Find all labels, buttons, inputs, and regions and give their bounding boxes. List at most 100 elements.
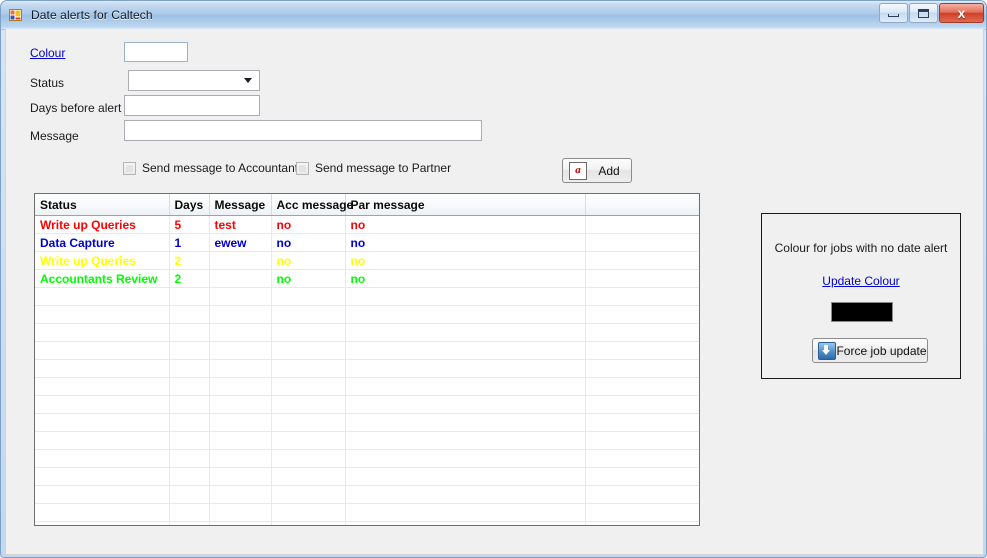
cell-empty[interactable]	[271, 485, 346, 504]
table-row-empty[interactable]	[35, 485, 699, 504]
cell-empty[interactable]	[35, 305, 170, 324]
table-row-empty[interactable]	[35, 395, 699, 414]
cell-empty[interactable]	[169, 323, 210, 342]
column-header-par-message[interactable]: Par message	[345, 194, 586, 216]
cell-extra[interactable]	[585, 215, 699, 234]
cell-acc-message[interactable]: no	[271, 215, 346, 234]
cell-empty[interactable]	[585, 395, 699, 414]
maximize-button[interactable]	[909, 3, 938, 23]
message-input[interactable]	[124, 120, 482, 141]
cell-empty[interactable]	[585, 377, 699, 396]
colour-swatch-input[interactable]	[124, 42, 188, 62]
force-job-update-button[interactable]: Force job update	[812, 338, 928, 363]
cell-empty[interactable]	[271, 287, 346, 306]
table-row-empty[interactable]	[35, 287, 699, 306]
cell-empty[interactable]	[271, 431, 346, 450]
cell-empty[interactable]	[585, 503, 699, 522]
cell-empty[interactable]	[345, 431, 586, 450]
cell-message[interactable]: test	[209, 215, 272, 234]
cell-acc-message[interactable]: no	[271, 251, 346, 270]
cell-empty[interactable]	[585, 413, 699, 432]
table-row-empty[interactable]	[35, 449, 699, 468]
cell-acc-message[interactable]: no	[271, 269, 346, 288]
column-header-status[interactable]: Status	[35, 194, 170, 216]
cell-empty[interactable]	[35, 485, 170, 504]
cell-empty[interactable]	[345, 377, 586, 396]
cell-empty[interactable]	[271, 503, 346, 522]
cell-empty[interactable]	[345, 305, 586, 324]
cell-empty[interactable]	[345, 359, 586, 378]
cell-empty[interactable]	[585, 521, 699, 525]
table-row[interactable]: Data Capture 1 ewew no no	[35, 233, 699, 252]
cell-empty[interactable]	[271, 467, 346, 486]
cell-empty[interactable]	[209, 431, 272, 450]
cell-empty[interactable]	[585, 359, 699, 378]
table-row-empty[interactable]	[35, 305, 699, 324]
cell-empty[interactable]	[345, 395, 586, 414]
cell-empty[interactable]	[209, 305, 272, 324]
status-dropdown[interactable]	[128, 70, 260, 91]
date-alerts-grid[interactable]: Status Days Message Acc message Par mess…	[34, 193, 700, 526]
table-row[interactable]: Write up Queries 2 no no	[35, 251, 699, 270]
table-row-empty[interactable]	[35, 503, 699, 522]
cell-empty[interactable]	[169, 287, 210, 306]
table-row-empty[interactable]	[35, 359, 699, 378]
cell-empty[interactable]	[345, 287, 586, 306]
cell-empty[interactable]	[585, 467, 699, 486]
cell-empty[interactable]	[35, 467, 170, 486]
cell-empty[interactable]	[271, 449, 346, 468]
cell-empty[interactable]	[169, 485, 210, 504]
table-row[interactable]: Accountants Review 2 no no	[35, 269, 699, 288]
cell-empty[interactable]	[209, 395, 272, 414]
cell-empty[interactable]	[35, 413, 170, 432]
column-header-extra[interactable]	[585, 194, 699, 216]
cell-message[interactable]	[209, 269, 272, 288]
cell-empty[interactable]	[169, 503, 210, 522]
cell-empty[interactable]	[585, 341, 699, 360]
cell-par-message[interactable]: no	[345, 215, 586, 234]
cell-status[interactable]: Write up Queries	[35, 215, 170, 234]
cell-empty[interactable]	[209, 413, 272, 432]
cell-empty[interactable]	[209, 323, 272, 342]
cell-empty[interactable]	[585, 305, 699, 324]
cell-empty[interactable]	[169, 341, 210, 360]
cell-empty[interactable]	[585, 449, 699, 468]
cell-empty[interactable]	[345, 467, 586, 486]
cell-empty[interactable]	[271, 377, 346, 396]
cell-empty[interactable]	[35, 377, 170, 396]
cell-extra[interactable]	[585, 233, 699, 252]
cell-empty[interactable]	[209, 341, 272, 360]
close-button[interactable]: x	[939, 3, 984, 23]
cell-empty[interactable]	[585, 485, 699, 504]
cell-empty[interactable]	[271, 305, 346, 324]
cell-empty[interactable]	[169, 359, 210, 378]
cell-empty[interactable]	[271, 341, 346, 360]
column-header-acc-message[interactable]: Acc message	[271, 194, 353, 216]
no-alert-colour-swatch[interactable]	[831, 302, 893, 322]
cell-empty[interactable]	[169, 305, 210, 324]
cell-acc-message[interactable]: no	[271, 233, 346, 252]
cell-empty[interactable]	[209, 287, 272, 306]
table-row[interactable]: Write up Queries 5 test no no	[35, 215, 699, 234]
cell-days[interactable]: 1	[169, 233, 210, 252]
cell-message[interactable]	[209, 251, 272, 270]
cell-message[interactable]: ewew	[209, 233, 272, 252]
cell-days[interactable]: 5	[169, 215, 210, 234]
minimize-button[interactable]	[879, 3, 908, 23]
cell-empty[interactable]	[345, 521, 586, 525]
column-header-message[interactable]: Message	[209, 194, 272, 216]
cell-empty[interactable]	[169, 413, 210, 432]
cell-empty[interactable]	[169, 395, 210, 414]
cell-empty[interactable]	[271, 521, 346, 525]
cell-empty[interactable]	[209, 467, 272, 486]
cell-empty[interactable]	[35, 341, 170, 360]
send-message-partner-checkbox[interactable]: Send message to Partner	[296, 161, 451, 175]
cell-empty[interactable]	[209, 503, 272, 522]
table-row-empty[interactable]	[35, 431, 699, 450]
cell-empty[interactable]	[209, 449, 272, 468]
cell-empty[interactable]	[271, 413, 346, 432]
cell-empty[interactable]	[209, 359, 272, 378]
table-row-empty[interactable]	[35, 341, 699, 360]
cell-empty[interactable]	[585, 323, 699, 342]
cell-extra[interactable]	[585, 251, 699, 270]
